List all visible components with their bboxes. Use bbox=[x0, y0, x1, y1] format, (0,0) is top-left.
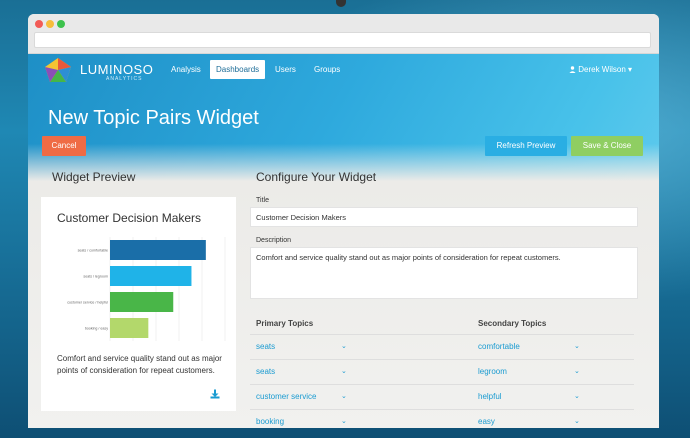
camera-notch bbox=[336, 0, 346, 7]
browser-window: LUMINOSO ANALYTICS Analysis Dashboards U… bbox=[28, 14, 659, 428]
chevron-down-icon: ⌄ bbox=[341, 393, 347, 400]
chevron-down-icon: ⌄ bbox=[341, 418, 347, 425]
cancel-button[interactable]: Cancel bbox=[42, 136, 86, 156]
download-icon[interactable] bbox=[210, 389, 220, 399]
chart-bar bbox=[110, 318, 149, 338]
chart-bar bbox=[110, 266, 192, 286]
title-input[interactable]: Customer Decision Makers bbox=[250, 207, 638, 227]
chevron-down-icon: ⌄ bbox=[574, 343, 580, 350]
configure-heading: Configure Your Widget bbox=[256, 170, 377, 184]
primary-topic-label: customer service bbox=[256, 392, 317, 401]
brand-subtitle: ANALYTICS bbox=[106, 76, 143, 82]
nav-users[interactable]: Users bbox=[275, 65, 296, 74]
chart-category-label: seats / legroom bbox=[83, 275, 108, 279]
chevron-down-icon: ⌄ bbox=[341, 343, 347, 350]
primary-topic-label: booking bbox=[256, 417, 285, 426]
description-label: Description bbox=[256, 237, 292, 244]
nav-dashboards[interactable]: Dashboards bbox=[210, 60, 266, 79]
primary-topic-label: seats bbox=[256, 367, 276, 376]
chart-category-label: seats / comfortable bbox=[78, 249, 108, 253]
page-title: New Topic Pairs Widget bbox=[48, 107, 259, 129]
chart-bar bbox=[110, 292, 174, 312]
divider bbox=[250, 409, 634, 410]
chevron-down-icon: ⌄ bbox=[574, 418, 580, 425]
person-icon bbox=[569, 66, 576, 73]
description-textarea[interactable]: Comfort and service quality stand out as… bbox=[250, 247, 638, 299]
primary-topics-heading: Primary Topics bbox=[256, 319, 314, 328]
chevron-down-icon: ⌄ bbox=[574, 368, 580, 375]
close-dot[interactable] bbox=[35, 20, 43, 28]
chart-bar bbox=[110, 240, 206, 260]
divider bbox=[250, 334, 634, 335]
secondary-topic-label: comfortable bbox=[478, 342, 520, 351]
maximize-dot[interactable] bbox=[57, 20, 65, 28]
secondary-topics-heading: Secondary Topics bbox=[478, 319, 547, 328]
browser-chrome bbox=[28, 14, 659, 54]
primary-topic-label: seats bbox=[256, 342, 276, 351]
card-description: Comfort and service quality stand out as… bbox=[57, 354, 222, 375]
chevron-down-icon: ⌄ bbox=[341, 368, 347, 375]
brand-name: LUMINOSO bbox=[80, 62, 154, 77]
title-label: Title bbox=[256, 197, 269, 204]
card-title: Customer Decision Makers bbox=[57, 211, 202, 225]
refresh-preview-button[interactable]: Refresh Preview bbox=[485, 136, 567, 156]
address-bar[interactable] bbox=[34, 32, 651, 48]
luminoso-logo-icon bbox=[45, 58, 71, 82]
chart-category-label: booking / easy bbox=[85, 327, 108, 331]
nav-analysis[interactable]: Analysis bbox=[171, 65, 201, 74]
user-name: Derek Wilson ▾ bbox=[578, 65, 633, 74]
widget-preview-heading: Widget Preview bbox=[52, 170, 136, 184]
divider bbox=[250, 359, 634, 360]
top-nav: LUMINOSO ANALYTICS Analysis Dashboards U… bbox=[28, 54, 659, 86]
user-menu[interactable]: Derek Wilson ▾ bbox=[569, 65, 632, 74]
secondary-topic-label: helpful bbox=[478, 392, 502, 401]
nav-groups[interactable]: Groups bbox=[314, 65, 340, 74]
secondary-topic-label: easy bbox=[478, 417, 495, 426]
divider bbox=[250, 384, 634, 385]
save-close-button[interactable]: Save & Close bbox=[571, 136, 643, 156]
chevron-down-icon: ⌄ bbox=[574, 393, 580, 400]
chart-category-label: customer service / helpful bbox=[67, 301, 108, 305]
secondary-topic-label: legroom bbox=[478, 367, 507, 376]
minimize-dot[interactable] bbox=[46, 20, 54, 28]
widget-preview-card: Customer Decision Makers seats / comfort… bbox=[41, 197, 236, 411]
topic-pairs-chart: seats / comfortable seats / legroom custom… bbox=[67, 237, 226, 341]
desktop-background: LUMINOSO ANALYTICS Analysis Dashboards U… bbox=[0, 0, 690, 438]
app-area: LUMINOSO ANALYTICS Analysis Dashboards U… bbox=[28, 54, 659, 428]
